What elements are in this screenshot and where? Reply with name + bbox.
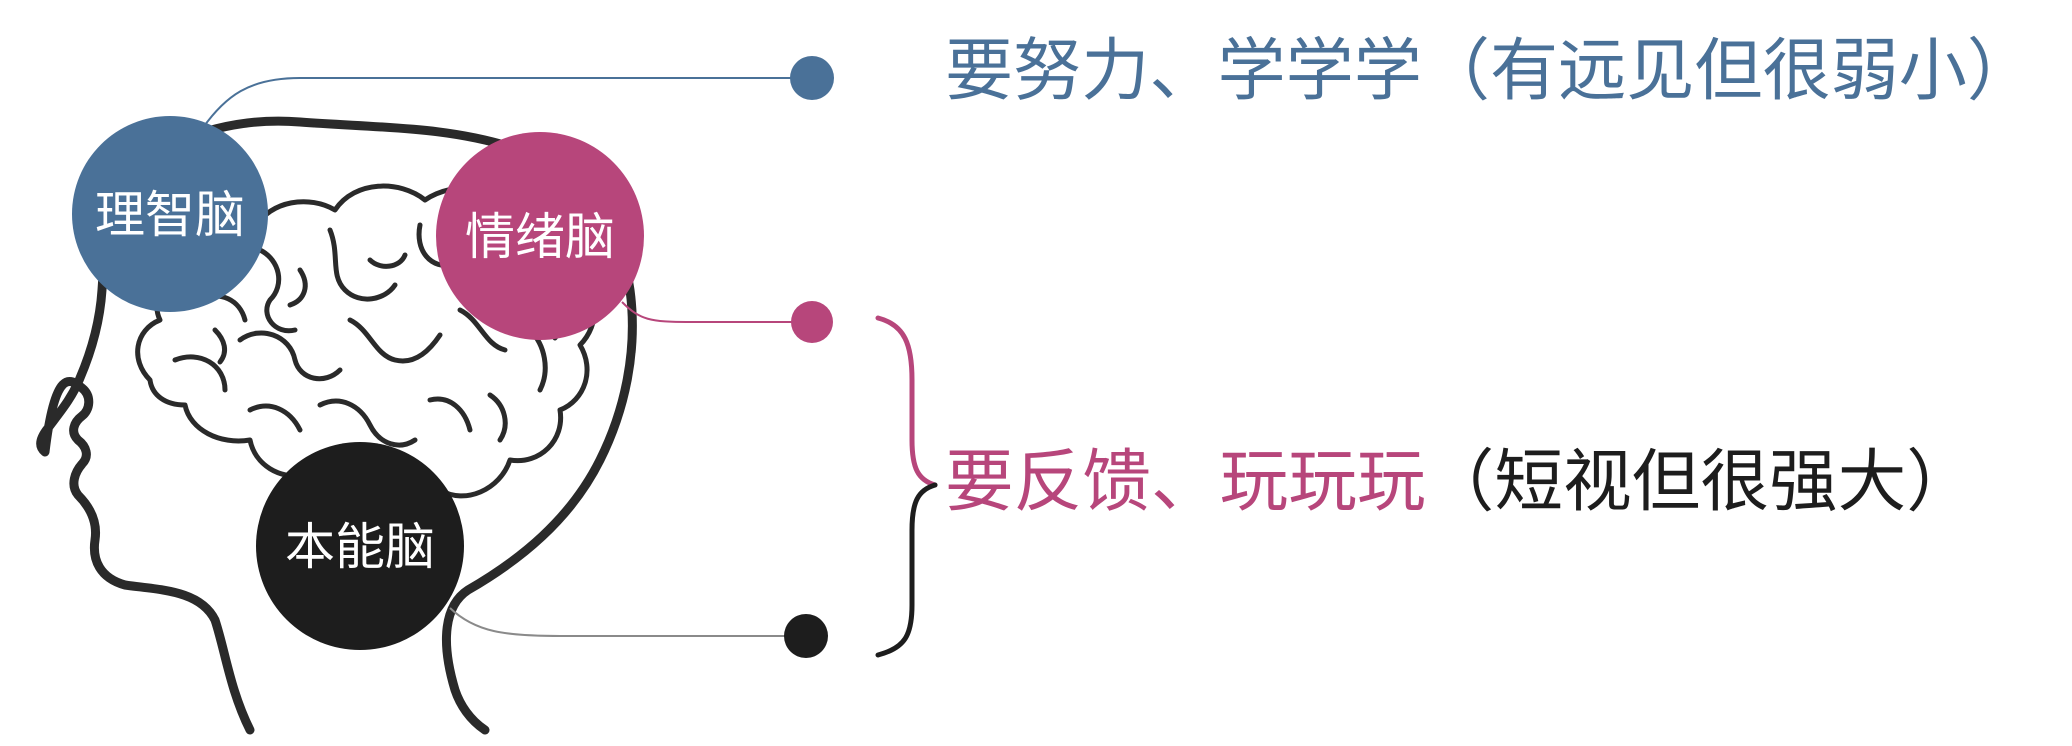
three-brains-diagram: 理智脑 情绪脑 本能脑 要努力、学学学（有远见但很弱小） 要反馈、玩玩玩（短视但… xyxy=(36,32,2035,735)
node-label-rational: 理智脑 xyxy=(95,186,245,244)
description-feedback: 要反馈、玩玩玩（短视但很强大） xyxy=(945,443,1975,522)
endpoint-dot-instinct xyxy=(784,614,828,658)
brace-upper xyxy=(875,315,938,488)
node-label-emotional: 情绪脑 xyxy=(465,208,615,266)
connector-emotional xyxy=(621,301,812,323)
description-feedback-note: （短视但很强大） xyxy=(1426,443,1975,522)
connector-instinct xyxy=(449,607,806,637)
endpoint-dot-emotional xyxy=(791,301,833,343)
endpoint-dot-rational xyxy=(790,56,834,100)
node-instinct-brain: 本能脑 xyxy=(256,442,464,650)
node-label-instinct: 本能脑 xyxy=(285,518,435,576)
brace-lower xyxy=(875,482,938,658)
description-feedback-main: 要反馈、玩玩玩 xyxy=(945,443,1426,522)
node-rational-brain: 理智脑 xyxy=(72,116,268,312)
node-emotional-brain: 情绪脑 xyxy=(436,132,644,340)
description-rational: 要努力、学学学（有远见但很弱小） xyxy=(945,32,2035,111)
